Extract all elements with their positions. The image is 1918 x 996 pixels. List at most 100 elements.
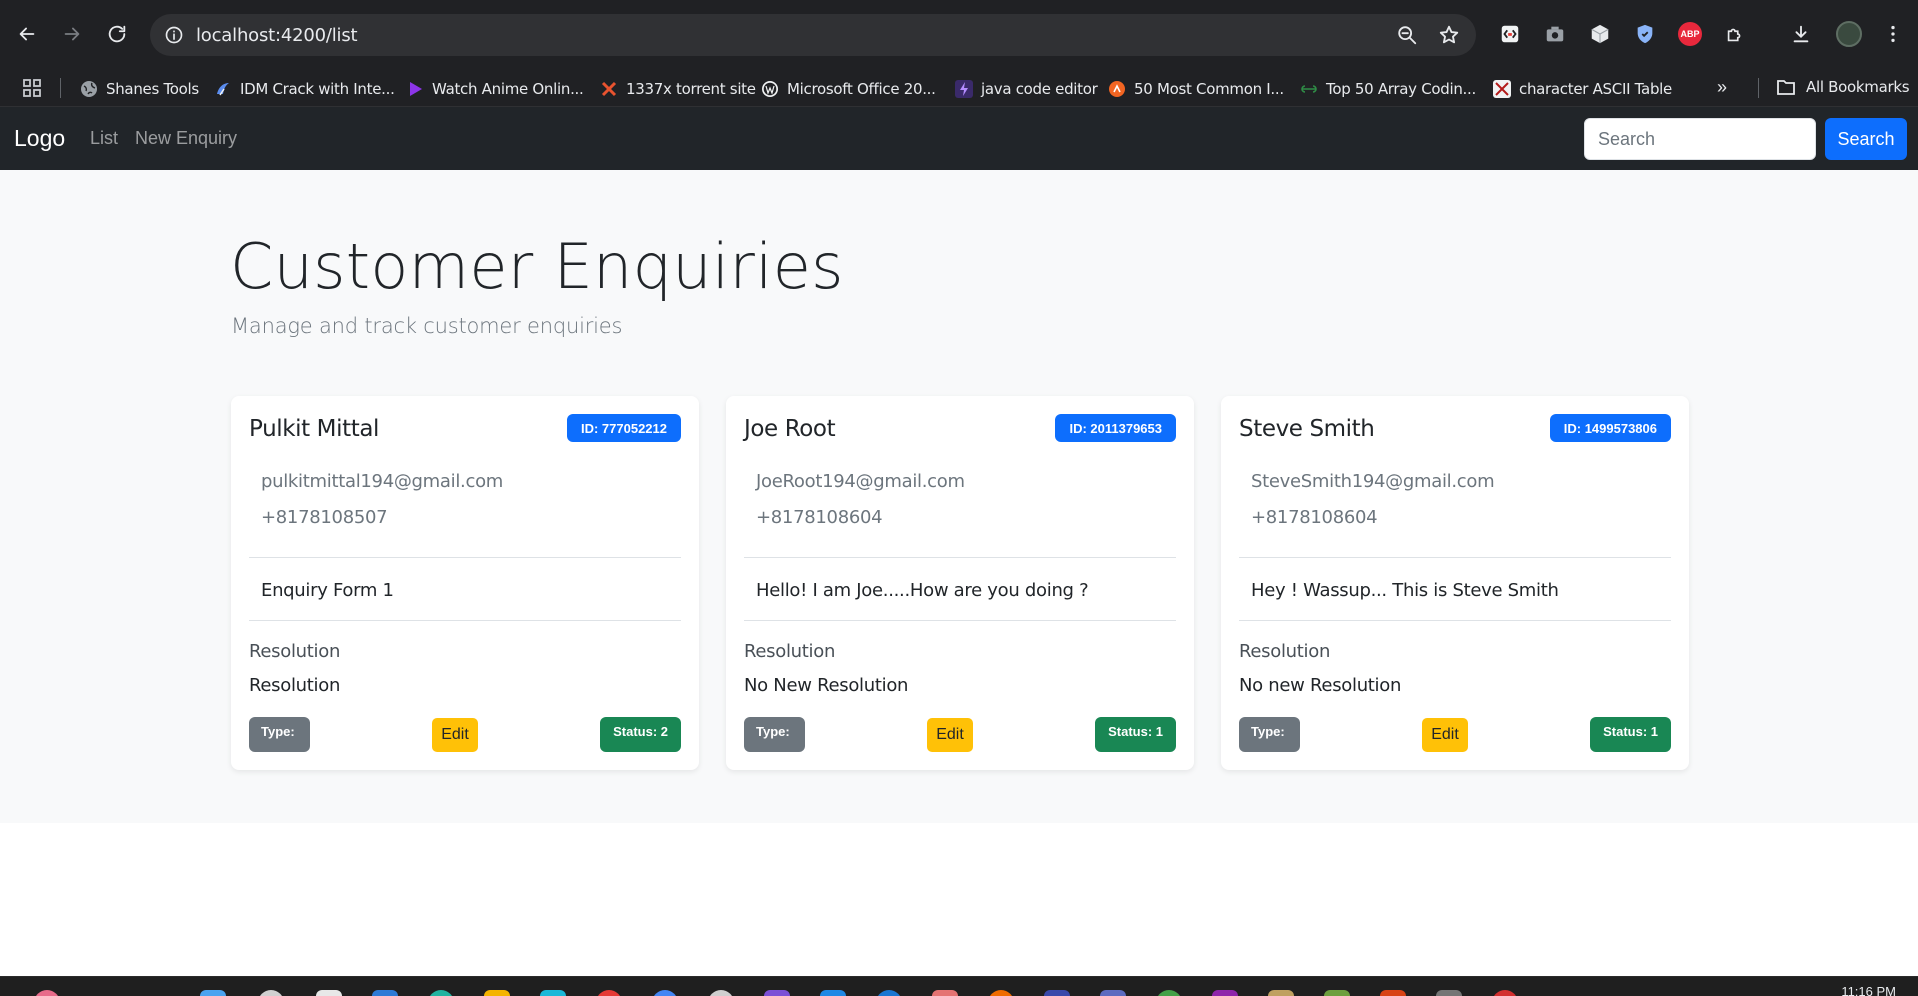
enquiry-card: Joe Root ID: 2011379653 JoeRoot194@gmail… <box>726 396 1194 770</box>
url-text[interactable]: localhost:4200/list <box>196 25 358 46</box>
taskbar-app-icon[interactable] <box>1268 990 1294 996</box>
app-navbar: Logo List New Enquiry Search <box>0 107 1918 170</box>
taskbar-app-icon[interactable] <box>988 990 1014 996</box>
type-badge: Type: <box>744 717 805 752</box>
status-badge: Status: 2 <box>600 717 681 752</box>
back-icon[interactable] <box>9 16 45 52</box>
camera-icon[interactable] <box>1542 21 1568 47</box>
main-content: Customer Enquiries Manage and track cust… <box>0 170 1918 823</box>
taskbar-app-icon[interactable] <box>1380 990 1406 996</box>
bookmark-ascii-table[interactable]: character ASCII Table <box>1493 78 1672 100</box>
ascii-icon <box>1493 80 1511 98</box>
card-divider <box>249 557 681 558</box>
resolution-label: Resolution <box>249 641 341 662</box>
bookmark-50-most-common[interactable]: 50 Most Common I... <box>1108 78 1284 100</box>
resolution-value: Resolution <box>249 675 341 696</box>
page-subtitle: Manage and track customer enquiries <box>231 314 623 338</box>
card-divider <box>744 557 1176 558</box>
taskbar-app-icon[interactable] <box>1324 990 1350 996</box>
idm-icon <box>214 80 232 98</box>
card-divider <box>744 620 1176 621</box>
search-input[interactable] <box>1584 118 1816 160</box>
bookmark-watch-anime[interactable]: Watch Anime Onlin... <box>406 78 584 100</box>
search-icon[interactable] <box>258 990 284 996</box>
brand-logo[interactable]: Logo <box>14 125 65 152</box>
task-view-icon[interactable] <box>316 990 342 996</box>
shield-icon[interactable] <box>1632 21 1658 47</box>
adblock-icon[interactable]: ABP <box>1677 21 1703 47</box>
kebab-menu-icon[interactable] <box>1880 21 1906 47</box>
nav-link-list[interactable]: List <box>90 128 118 149</box>
bookmark-microsoft-office[interactable]: Microsoft Office 20... <box>761 78 936 100</box>
customer-email: pulkitmittal194@gmail.com <box>261 471 504 492</box>
bookmark-idm[interactable]: IDM Crack with Inte... <box>214 78 395 100</box>
profile-avatar[interactable] <box>1836 21 1862 47</box>
download-icon[interactable] <box>1788 21 1814 47</box>
bookmark-java-code-editor[interactable]: java code editor <box>955 78 1098 100</box>
resolution-value: No New Resolution <box>744 675 909 696</box>
file-explorer-icon[interactable] <box>484 990 510 996</box>
taskbar-app-icon[interactable] <box>1100 990 1126 996</box>
enquiry-card: Pulkit Mittal ID: 777052212 pulkitmittal… <box>231 396 699 770</box>
enquiry-message: Hey ! Wassup... This is Steve Smith <box>1251 580 1559 601</box>
address-bar[interactable]: localhost:4200/list <box>150 14 1476 56</box>
bookmark-shanes-tools[interactable]: Shanes Tools <box>80 78 199 100</box>
taskbar-app-icon[interactable] <box>876 990 902 996</box>
extensions-puzzle-icon[interactable] <box>1722 21 1748 47</box>
resolution-label: Resolution <box>1239 641 1331 662</box>
taskbar-app-icon[interactable] <box>540 990 566 996</box>
extension-code-icon[interactable] <box>1497 21 1523 47</box>
taskbar-app-icon[interactable] <box>708 990 734 996</box>
enquiry-message: Enquiry Form 1 <box>261 580 394 601</box>
cube-icon[interactable] <box>1587 21 1613 47</box>
wordpress-icon <box>761 80 779 98</box>
reload-icon[interactable] <box>99 16 135 52</box>
taskbar-app-icon[interactable] <box>372 990 398 996</box>
customer-phone: +8178108604 <box>756 507 883 528</box>
enquiry-card: Steve Smith ID: 1499573806 SteveSmith194… <box>1221 396 1689 770</box>
vscode-icon[interactable] <box>820 990 846 996</box>
start-icon[interactable] <box>200 990 226 996</box>
taskbar-app-icon[interactable] <box>1044 990 1070 996</box>
folder-icon <box>1777 80 1795 95</box>
taskbar-app-icon[interactable] <box>1156 990 1182 996</box>
taskbar-app-icon[interactable] <box>428 990 454 996</box>
orange-logo-icon <box>1108 80 1126 98</box>
search-button[interactable]: Search <box>1825 118 1907 160</box>
globe-icon <box>80 80 98 98</box>
os-taskbar: 11:16 PM <box>0 976 1918 996</box>
taskbar-app-icon[interactable] <box>1436 990 1462 996</box>
customer-phone: +8178108507 <box>261 507 388 528</box>
edit-button[interactable]: Edit <box>927 718 973 752</box>
edit-button[interactable]: Edit <box>432 718 478 752</box>
taskbar-app-icon[interactable] <box>764 990 790 996</box>
card-divider <box>249 620 681 621</box>
zoom-icon[interactable] <box>1396 24 1418 46</box>
taskbar-clock[interactable]: 11:16 PM <box>1841 984 1896 996</box>
type-badge: Type: <box>249 717 310 752</box>
bookmark-1337x[interactable]: 1337x torrent site <box>600 78 756 100</box>
apps-grid-icon[interactable] <box>22 78 42 98</box>
taskbar-app-icon[interactable] <box>34 990 60 996</box>
customer-name: Steve Smith <box>1239 416 1375 442</box>
taskbar-app-icon[interactable] <box>596 990 622 996</box>
all-bookmarks-button[interactable]: All Bookmarks <box>1776 78 1910 96</box>
nav-link-new-enquiry[interactable]: New Enquiry <box>135 128 237 149</box>
taskbar-app-icon[interactable] <box>932 990 958 996</box>
id-badge: ID: 777052212 <box>566 414 681 442</box>
resolution-label: Resolution <box>744 641 836 662</box>
chrome-icon[interactable] <box>652 990 678 996</box>
status-badge: Status: 1 <box>1095 717 1176 752</box>
id-badge: ID: 2011379653 <box>1055 414 1176 442</box>
customer-name: Joe Root <box>744 416 836 442</box>
edit-button[interactable]: Edit <box>1422 718 1468 752</box>
enquiry-message: Hello! I am Joe.....How are you doing ? <box>756 580 1089 601</box>
forward-icon[interactable] <box>54 16 90 52</box>
taskbar-app-icon[interactable] <box>1492 990 1518 996</box>
more-bookmarks-icon[interactable]: » <box>1717 77 1727 98</box>
customer-name: Pulkit Mittal <box>249 416 380 442</box>
site-info-icon[interactable] <box>164 25 184 45</box>
taskbar-app-icon[interactable] <box>1212 990 1238 996</box>
star-icon[interactable] <box>1438 24 1460 46</box>
bookmark-top-50-array[interactable]: Top 50 Array Codin... <box>1300 78 1476 100</box>
